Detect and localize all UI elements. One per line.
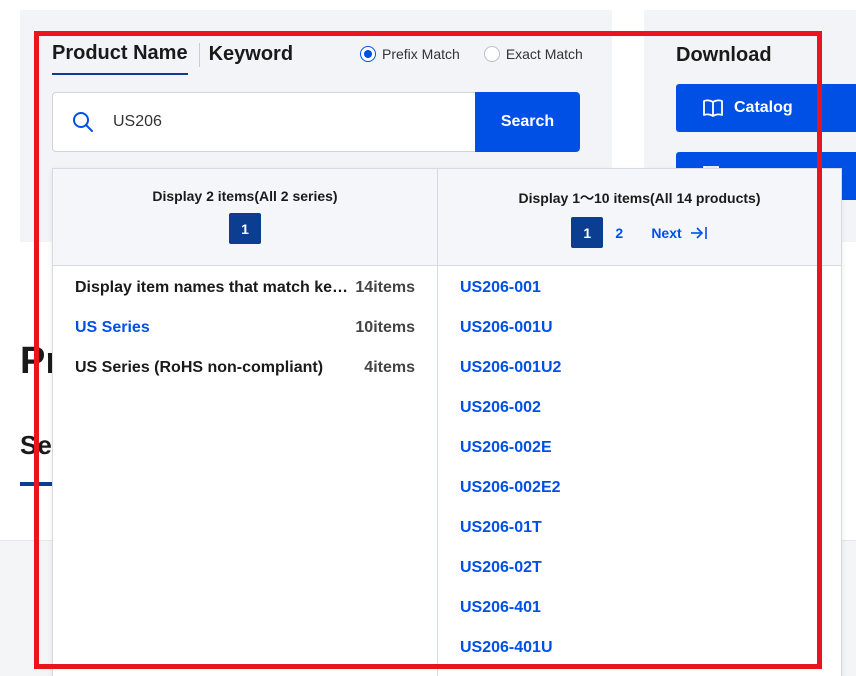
exact-match-radio[interactable]: Exact Match	[483, 46, 583, 62]
product-link[interactable]: US206-401	[460, 588, 841, 628]
catalog-button[interactable]: Catalog	[676, 84, 856, 132]
series-pagination: 1	[53, 213, 437, 244]
product-summary: Display 1～10 items(All 14 products)	[518, 190, 761, 206]
series-results-panel: Display 2 items(All 2 series) 1 Display …	[53, 169, 438, 676]
page-number-current[interactable]: 1	[571, 217, 604, 248]
search-mode-tabs: Product Name Keyword	[52, 42, 293, 75]
tab-keyword[interactable]: Keyword	[209, 43, 293, 74]
product-link[interactable]: US206-001U2	[460, 348, 841, 388]
product-list: US206-001 US206-001U US206-001U2 US206-0…	[438, 266, 841, 668]
radio-unchecked-icon[interactable]	[483, 46, 500, 62]
product-results-panel: Display 1～10 items(All 14 products) 1 2 …	[438, 169, 841, 676]
exact-match-label: Exact Match	[505, 46, 583, 62]
series-item-label: Display item names that match key…	[75, 279, 356, 296]
catalog-label: Catalog	[734, 99, 793, 116]
tab-divider	[198, 42, 200, 67]
series-summary: Display 2 items(All 2 series)	[152, 188, 338, 204]
page-number-2[interactable]: 2	[603, 217, 635, 248]
series-item-all-matches[interactable]: Display item names that match key… 14ite…	[75, 268, 415, 308]
series-item-us-series-rohs[interactable]: US Series (RoHS non-compliant) 4items	[75, 348, 415, 388]
book-icon	[702, 98, 724, 118]
download-title: Download	[676, 44, 772, 66]
series-results-header: Display 2 items(All 2 series) 1	[53, 169, 437, 266]
product-link[interactable]: US206-001	[460, 268, 841, 308]
series-list: Display item names that match key… 14ite…	[53, 266, 437, 388]
product-link[interactable]: US206-002	[460, 388, 841, 428]
section-tab-underline	[20, 482, 54, 486]
product-link[interactable]: US206-002E	[460, 428, 841, 468]
product-link[interactable]: US206-02T	[460, 548, 841, 588]
search-suggestions-dropdown: Display 2 items(All 2 series) 1 Display …	[52, 168, 842, 676]
section-heading-partial: Se	[20, 430, 52, 460]
search-input[interactable]	[113, 113, 453, 131]
prefix-match-label: Prefix Match	[382, 46, 460, 62]
product-link[interactable]: US206-001U	[460, 308, 841, 348]
product-results-header: Display 1～10 items(All 14 products) 1 2 …	[438, 169, 841, 266]
series-item-count: 14items	[355, 279, 415, 296]
search-field[interactable]	[52, 92, 476, 152]
match-options: Prefix Match Exact Match	[360, 46, 607, 62]
product-link[interactable]: US206-01T	[460, 508, 841, 548]
next-page-label: Next	[651, 224, 682, 241]
series-item-count: 10items	[355, 319, 415, 336]
search-icon	[53, 92, 113, 152]
page: Pr Se Product Name Keyword Prefix Match …	[0, 0, 856, 676]
product-link[interactable]: US206-401U	[460, 628, 841, 668]
prefix-match-radio[interactable]: Prefix Match	[360, 46, 460, 62]
search-button[interactable]: Search	[475, 92, 580, 152]
series-item-count: 4items	[364, 359, 415, 376]
product-link[interactable]: US206-002E2	[460, 468, 841, 508]
page-number-current[interactable]: 1	[229, 213, 261, 244]
arrow-right-to-bar-icon	[690, 225, 708, 241]
series-item-us-series[interactable]: US Series 10items	[75, 308, 415, 348]
product-pagination: 1 2 Next	[438, 217, 841, 248]
series-item-label: US Series (RoHS non-compliant)	[75, 359, 324, 376]
radio-checked-icon[interactable]	[360, 46, 376, 62]
series-item-label[interactable]: US Series	[75, 319, 150, 337]
tab-product-name[interactable]: Product Name	[52, 42, 188, 75]
next-page-link[interactable]: Next	[651, 225, 707, 241]
